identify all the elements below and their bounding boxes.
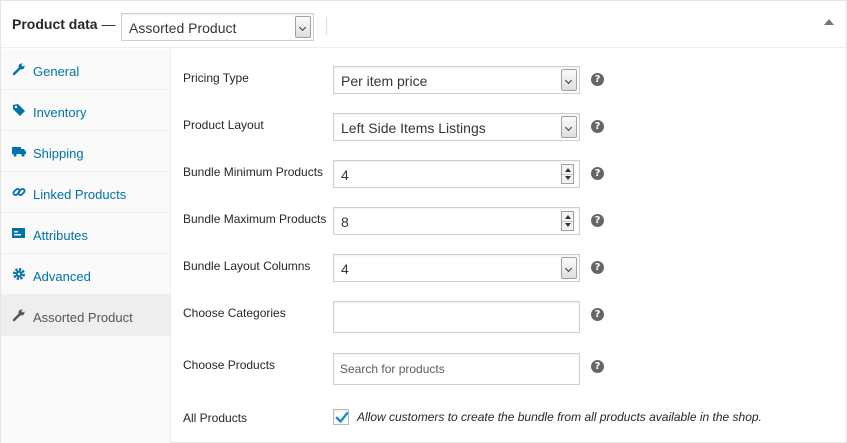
tab-attributes[interactable]: Attributes [1,213,171,254]
number-spinner[interactable] [561,164,574,184]
help-icon[interactable]: ? [591,73,604,86]
number-spinner[interactable] [561,211,574,231]
product-layout-select[interactable]: Left Side Items Listings [333,113,580,141]
choose-products-input[interactable]: Search for products [333,353,580,385]
tab-general[interactable]: General [1,49,171,90]
chevron-down-icon[interactable] [561,69,577,91]
product-layout-label: Product Layout [183,118,264,132]
all-products-description: Allow customers to create the bundle fro… [357,410,762,424]
chevron-down-icon[interactable] [561,116,577,138]
checkmark-icon [335,411,349,424]
help-icon[interactable]: ? [591,167,604,180]
bundle-max-value: 8 [341,214,349,230]
search-products-placeholder: Search for products [340,362,445,376]
panel-header: Product data — Assorted Product [1,1,846,48]
collapse-arrow-icon[interactable] [824,19,834,25]
product-layout-value: Left Side Items Listings [341,120,486,136]
gear-icon [13,268,25,280]
truck-icon [12,147,26,157]
bundle-min-value: 4 [341,167,349,183]
bundle-min-input[interactable]: 4 [333,160,580,188]
tag-icon [13,104,25,116]
chevron-down-icon[interactable] [295,16,311,38]
tab-label: Linked Products [33,187,127,202]
tab-assorted-product[interactable]: Assorted Product [1,295,171,336]
list-icon [12,228,25,238]
panel-title: Product data — [12,16,115,32]
help-icon[interactable]: ? [591,120,604,133]
product-type-value: Assorted Product [129,20,237,36]
tab-label: Attributes [33,228,88,243]
panel-title-dash: — [101,16,116,32]
spinner-divider [562,174,573,175]
product-data-panel: Product data — Assorted Product General … [0,0,847,443]
pricing-type-select[interactable]: Per item price [333,66,580,94]
bundle-min-label: Bundle Minimum Products [183,165,324,179]
bundle-columns-value: 4 [341,261,349,277]
bundle-columns-select[interactable]: 4 [333,254,580,282]
help-icon[interactable]: ? [591,360,604,373]
bundle-max-label: Bundle Maximum Products [183,212,327,226]
chevron-down-icon[interactable] [561,257,577,279]
panel-title-text: Product data [12,16,98,32]
tab-inventory[interactable]: Inventory [1,90,171,131]
spinner-up-icon[interactable] [565,215,571,219]
spinner-divider [562,221,573,222]
all-products-checkbox[interactable] [333,409,349,425]
tab-linked-products[interactable]: Linked Products [1,172,171,213]
product-data-tabs: General Inventory Shipping Linked Produc… [1,49,171,443]
pricing-type-value: Per item price [341,73,428,89]
link-icon [12,188,26,196]
choose-categories-label: Choose Categories [183,306,286,320]
all-products-label: All Products [183,411,248,425]
bundle-columns-label: Bundle Layout Columns [183,259,311,273]
help-icon[interactable]: ? [591,261,604,274]
wrench-icon [12,309,25,322]
tab-advanced[interactable]: Advanced [1,254,171,295]
help-icon[interactable]: ? [591,308,604,321]
bundle-max-input[interactable]: 8 [333,207,580,235]
help-icon[interactable]: ? [591,214,604,227]
spinner-down-icon[interactable] [565,176,571,180]
spinner-down-icon[interactable] [565,223,571,227]
product-type-select[interactable]: Assorted Product [121,13,314,41]
choose-categories-input[interactable] [333,301,580,333]
wrench-icon [12,63,25,76]
spinner-up-icon[interactable] [565,168,571,172]
tab-label: Shipping [33,146,84,161]
choose-products-label: Choose Products [183,358,276,372]
tab-label: Inventory [33,105,87,120]
tab-label: Advanced [33,269,91,284]
tab-label: Assorted Product [33,310,133,325]
tab-label: General [33,64,80,79]
tab-shipping[interactable]: Shipping [1,131,171,172]
pricing-type-label: Pricing Type [183,71,249,85]
header-divider [326,17,327,35]
